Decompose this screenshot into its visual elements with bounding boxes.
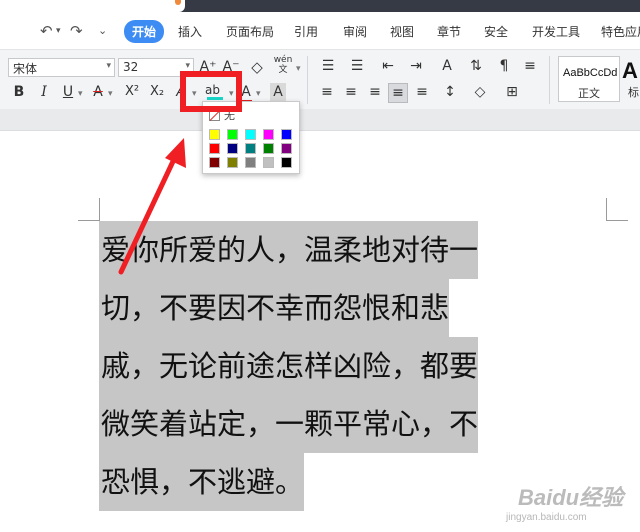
- color-swatch[interactable]: [245, 143, 256, 154]
- customize-quick-access-icon[interactable]: ⌄: [98, 24, 107, 37]
- underline-button[interactable]: U: [60, 83, 76, 101]
- tab-featured-apps[interactable]: 特色应用: [601, 23, 640, 40]
- font-name-select[interactable]: 宋体 ▾: [8, 58, 115, 77]
- color-swatch[interactable]: [281, 129, 292, 140]
- style-sample: AaBbCcDd: [563, 67, 618, 79]
- document-body[interactable]: 爱你所爱的人，温柔地对待一 切，不要因不幸而怨恨和悲 戚，无论前途怎样凶险，都要…: [99, 221, 608, 511]
- baidu-logo: Baidu经验: [518, 485, 624, 510]
- chevron-down-icon[interactable]: ▾: [296, 64, 301, 74]
- align-right-icon[interactable]: ≡: [366, 83, 384, 101]
- selected-text[interactable]: 戚，无论前途怎样凶险，都要: [99, 337, 479, 395]
- watermark: Baidu经验 jingyan.baidu.com: [500, 478, 640, 528]
- ribbon: 宋体 ▾ 32 ▾ A⁺ A⁻ ◇ wén 文 ▾ B I U ▾ A ▾ X² …: [0, 49, 640, 109]
- annotation-highlight-box: [180, 71, 242, 112]
- text-line: 微笑着站定，一颗平常心，不: [99, 395, 608, 453]
- chevron-down-icon: ▾: [106, 61, 111, 71]
- tab-review[interactable]: 审阅: [343, 23, 367, 40]
- color-swatch[interactable]: [263, 129, 274, 140]
- phonetic-guide-button[interactable]: wén 文: [272, 55, 294, 75]
- tab-indicator: [175, 0, 181, 5]
- border-icon[interactable]: ⊞: [502, 83, 522, 101]
- heading-style-name: 标: [628, 86, 639, 99]
- text-line: 切，不要因不幸而怨恨和悲: [99, 279, 608, 337]
- tab-page-layout[interactable]: 页面布局: [226, 23, 274, 40]
- color-swatch[interactable]: [209, 143, 220, 154]
- font-size-value: 32: [123, 60, 139, 74]
- bold-button[interactable]: B: [11, 83, 27, 101]
- undo-icon[interactable]: ↶: [40, 22, 53, 40]
- text-line: 爱你所爱的人，温柔地对待一: [99, 221, 608, 279]
- decrease-indent-icon[interactable]: ⇤: [378, 57, 398, 75]
- line-spacing-icon[interactable]: ↕: [440, 83, 460, 101]
- crop-mark: [606, 198, 607, 221]
- chevron-down-icon[interactable]: ▾: [78, 89, 83, 99]
- chevron-down-icon: ▾: [185, 61, 190, 71]
- tab-developer[interactable]: 开发工具: [532, 23, 580, 40]
- watermark-url: jingyan.baidu.com: [506, 512, 587, 523]
- selected-text[interactable]: 微笑着站定，一颗平常心，不: [99, 395, 479, 453]
- italic-button[interactable]: I: [36, 83, 52, 101]
- color-swatch[interactable]: [227, 129, 238, 140]
- tab-chapter[interactable]: 章节: [437, 23, 461, 40]
- color-swatch[interactable]: [227, 157, 238, 168]
- superscript-button[interactable]: X²: [121, 83, 143, 101]
- heading-style-sample[interactable]: A: [622, 58, 638, 84]
- color-swatch[interactable]: [281, 157, 292, 168]
- separator: [307, 56, 308, 104]
- crop-mark: [78, 220, 100, 221]
- color-swatch[interactable]: [227, 143, 238, 154]
- shading-icon[interactable]: ◇: [470, 83, 490, 101]
- font-name-value: 宋体: [13, 62, 38, 76]
- redo-icon[interactable]: ↷: [70, 22, 83, 40]
- align-left-icon[interactable]: ≡: [318, 83, 336, 101]
- selected-text[interactable]: 恐惧，不逃避。: [99, 453, 305, 511]
- chevron-down-icon[interactable]: ▾: [256, 89, 261, 99]
- undo-dropdown-icon[interactable]: ▾: [56, 26, 61, 36]
- separator: [549, 56, 550, 104]
- chevron-down-icon[interactable]: ▾: [108, 89, 113, 99]
- document-tab[interactable]: [0, 0, 185, 12]
- ribbon-footer: [0, 109, 640, 131]
- tab-home[interactable]: 开始: [124, 20, 165, 43]
- text-direction-icon[interactable]: ≡: [520, 57, 540, 75]
- color-swatch[interactable]: [263, 157, 274, 168]
- crop-mark: [606, 220, 628, 221]
- color-swatch[interactable]: [209, 129, 220, 140]
- tab-view[interactable]: 视图: [390, 23, 414, 40]
- color-swatch[interactable]: [209, 157, 220, 168]
- color-swatch[interactable]: [263, 143, 274, 154]
- sort-icon[interactable]: ⇅: [466, 57, 486, 75]
- style-normal[interactable]: AaBbCcDd 正文: [558, 56, 620, 102]
- chinese-layout-icon[interactable]: A: [437, 57, 457, 75]
- show-marks-icon[interactable]: ¶: [494, 57, 514, 75]
- text-line: 戚，无论前途怎样凶险，都要: [99, 337, 608, 395]
- title-bar: [0, 0, 640, 12]
- subscript-button[interactable]: X₂: [146, 83, 168, 101]
- selected-text[interactable]: 爱你所爱的人，温柔地对待一: [99, 221, 479, 279]
- color-swatch[interactable]: [281, 143, 292, 154]
- char-shading-button[interactable]: A: [270, 83, 286, 101]
- selected-text[interactable]: 切，不要因不幸而怨恨和悲: [99, 279, 450, 337]
- align-center-icon[interactable]: ≡: [342, 83, 360, 101]
- strikethrough-button[interactable]: A: [90, 83, 106, 101]
- tab-insert[interactable]: 插入: [178, 23, 202, 40]
- tab-references[interactable]: 引用: [294, 23, 318, 40]
- menu-bar: ↶ ▾ ↷ ⌄ 开始 插入 页面布局 引用 审阅 视图 章节 安全 开发工具 特…: [0, 12, 640, 49]
- justify-icon[interactable]: ≡: [388, 83, 408, 103]
- color-swatch[interactable]: [245, 129, 256, 140]
- increase-indent-icon[interactable]: ⇥: [406, 57, 426, 75]
- phonetic-label: wén: [273, 55, 293, 65]
- numbered-list-icon[interactable]: ☰: [347, 57, 367, 75]
- crop-mark: [99, 198, 100, 221]
- distributed-icon[interactable]: ≡: [412, 83, 432, 101]
- style-name: 正文: [578, 87, 600, 100]
- color-swatch[interactable]: [245, 157, 256, 168]
- clear-format-icon[interactable]: ◇: [248, 58, 266, 76]
- tab-security[interactable]: 安全: [484, 23, 508, 40]
- bullet-list-icon[interactable]: ☰: [318, 57, 338, 75]
